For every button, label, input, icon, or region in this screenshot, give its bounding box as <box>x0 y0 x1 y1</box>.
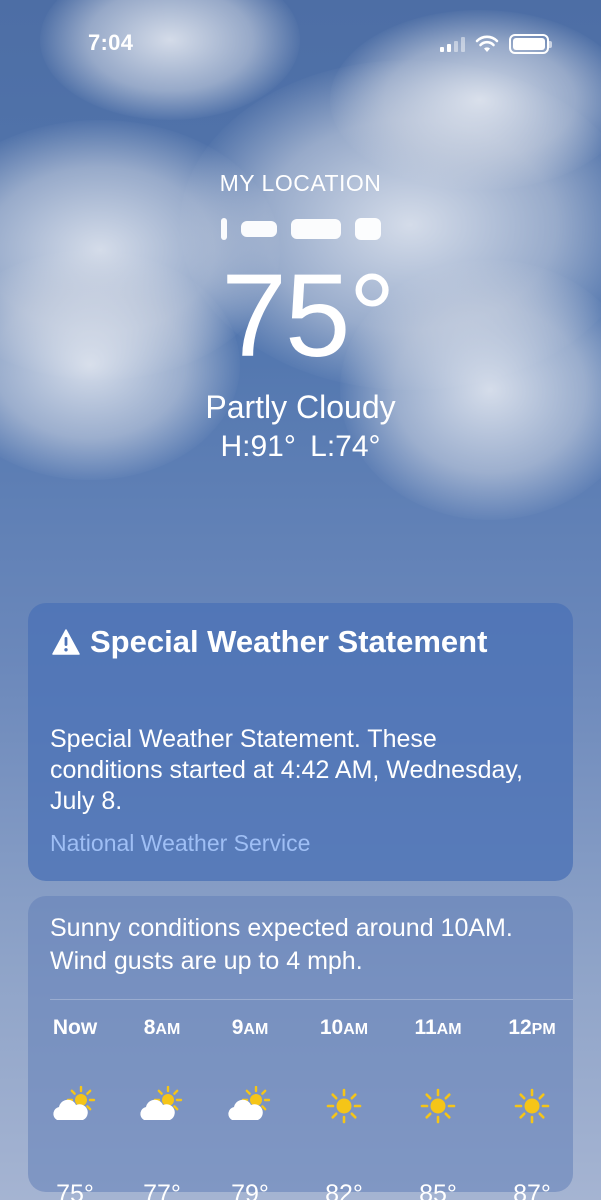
hour-time: 8 <box>143 1016 156 1039</box>
alert-body: Special Weather Statement. These conditi… <box>50 725 523 815</box>
location-name-redacted <box>0 211 601 247</box>
hour-column: 11AM 85° <box>390 1016 486 1200</box>
status-bar: 7:04 <box>0 0 601 90</box>
hour-label: 11AM <box>390 1016 486 1044</box>
hour-temperature: 85° <box>419 1180 457 1200</box>
hour-column: 10AM 82° <box>296 1016 392 1200</box>
hour-temperature: 75° <box>56 1180 94 1200</box>
alert-title-row[interactable]: Special Weather Statement <box>52 624 487 660</box>
hour-temperature: 87° <box>513 1180 551 1200</box>
sun-icon <box>296 1078 392 1134</box>
partly-cloudy-icon <box>114 1078 210 1134</box>
hour-label: Now <box>27 1016 123 1044</box>
forecast-summary: Sunny conditions expected around 10AM. W… <box>50 912 550 978</box>
battery-icon <box>509 34 552 54</box>
status-time: 7:04 <box>88 30 134 55</box>
hour-suffix: AM <box>155 1021 181 1038</box>
hour-column: 9AM 79° <box>202 1016 298 1200</box>
current-temperature: 75° <box>221 250 395 382</box>
hour-column: 8AM 77° <box>114 1016 210 1200</box>
partly-cloudy-icon <box>202 1078 298 1134</box>
hour-time: 12 <box>508 1016 532 1039</box>
current-conditions: MY LOCATION 75° Partly Cloudy H:91° L:74… <box>0 170 601 464</box>
hour-time: 11 <box>414 1016 437 1039</box>
hour-temperature: 79° <box>231 1180 269 1200</box>
hour-time: 9 <box>231 1016 244 1039</box>
hour-column: Now 75° <box>27 1016 123 1200</box>
hour-suffix: AM <box>436 1021 462 1038</box>
wifi-icon <box>475 35 499 52</box>
hour-time: Now <box>52 1016 98 1039</box>
hour-temperature: 82° <box>325 1180 363 1200</box>
hour-suffix: PM <box>531 1021 556 1038</box>
alert-source-link[interactable]: National Weather Service <box>50 830 310 857</box>
hour-label: 12PM <box>484 1016 580 1044</box>
sun-icon <box>390 1078 486 1134</box>
cellular-signal-icon <box>440 36 465 52</box>
divider <box>50 999 573 1000</box>
hour-label: 10AM <box>296 1016 392 1044</box>
hour-label: 8AM <box>114 1016 210 1044</box>
status-icons <box>440 34 552 54</box>
warning-icon <box>52 629 80 655</box>
high-low-temperature: H:91° L:74° <box>220 430 381 463</box>
sun-icon <box>484 1078 580 1134</box>
hour-suffix: AM <box>243 1021 269 1038</box>
hour-label: 9AM <box>202 1016 298 1044</box>
forecast-summary-text: Sunny conditions expected around 10AM. W… <box>50 914 513 975</box>
hour-time: 10 <box>319 1016 344 1039</box>
hour-suffix: AM <box>343 1021 369 1038</box>
hour-column: 12PM 87° <box>484 1016 580 1200</box>
hour-temperature: 77° <box>143 1180 181 1200</box>
alert-title: Special Weather Statement <box>90 624 488 659</box>
location-label: MY LOCATION <box>219 170 382 196</box>
condition-text: Partly Cloudy <box>205 389 396 425</box>
partly-cloudy-icon <box>27 1078 123 1134</box>
